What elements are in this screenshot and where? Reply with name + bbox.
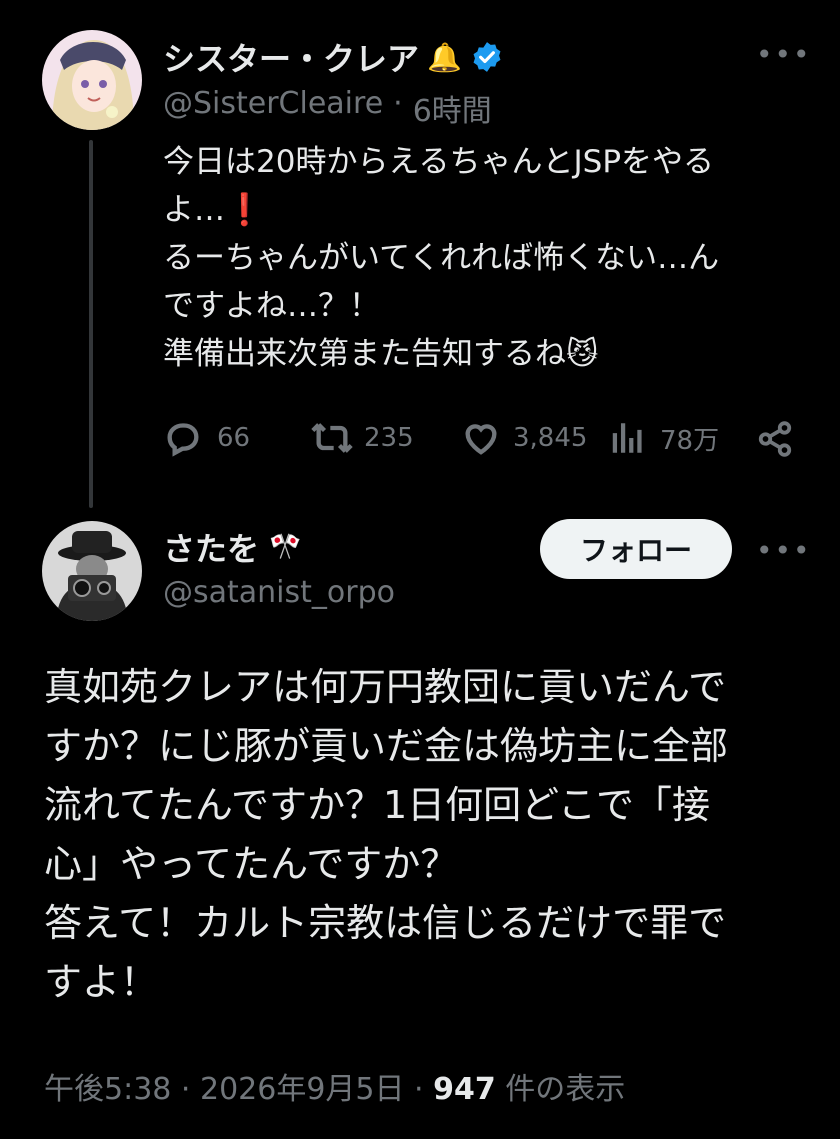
like-button[interactable]: 3,845 bbox=[461, 418, 587, 458]
tweet1-handle-row: @SisterCleaire · 6時間 bbox=[163, 86, 492, 130]
like-count: 3,845 bbox=[513, 423, 588, 453]
verified-badge-icon[interactable] bbox=[470, 40, 504, 74]
tweet1-text-line: よ…❗ bbox=[163, 192, 264, 228]
tweet2-text: 真如苑クレアは何万円教団に貢いだんで すか？にじ豚が貢いだ金は偽坊主に全部 流れ… bbox=[44, 658, 804, 1012]
tweet2-more-options-icon[interactable]: ••• bbox=[756, 534, 812, 567]
separator-dot: · bbox=[393, 86, 403, 121]
tweet2-text-line: 答えて！カルト宗教は信じるだけで罪で bbox=[44, 901, 727, 945]
retweet-button[interactable]: 235 bbox=[310, 418, 414, 458]
follow-button[interactable]: フォロー bbox=[540, 519, 732, 579]
tweet1-text-line: ですよね…？！ bbox=[163, 288, 380, 324]
tweet2-view-count: 947 bbox=[433, 1072, 496, 1107]
tweet2-view-suffix: 件の表示 bbox=[505, 1072, 626, 1107]
bell-emoji: 🔔 bbox=[427, 40, 462, 74]
avatar-satanist[interactable] bbox=[42, 521, 142, 621]
tweet2-handle[interactable]: @satanist_orpo bbox=[163, 575, 395, 610]
tweet1-time[interactable]: 6時間 bbox=[413, 86, 492, 130]
tweet1-author-name[interactable]: シスター・クレア bbox=[163, 34, 419, 80]
heart-icon bbox=[465, 424, 497, 455]
tweet1-text: 今日は20時からえるちゃんとJSPをやる よ…❗ るーちゃんがいてくれれば怖くな… bbox=[163, 138, 803, 378]
tweet1-author-row: シスター・クレア 🔔 bbox=[163, 34, 504, 80]
tweet2-text-line: 心」やってたんですか？ bbox=[44, 842, 459, 886]
share-button[interactable] bbox=[756, 420, 794, 462]
tweet1-text-line: 今日は20時からえるちゃんとJSPをやる bbox=[163, 144, 715, 180]
reply-button[interactable]: 66 bbox=[163, 418, 250, 458]
avatar-sister-claire[interactable] bbox=[42, 30, 142, 130]
flags-emoji: 🎌 bbox=[269, 532, 302, 562]
tweet1-more-options-icon[interactable]: ••• bbox=[756, 38, 812, 71]
tweet1-text-line: 準備出来次第また告知するね😼 bbox=[163, 336, 599, 372]
tweet2-timestamp[interactable]: 午後5:38 · 2026年9月5日 · bbox=[44, 1072, 424, 1107]
tweet2-text-line: すよ！ bbox=[44, 960, 159, 1004]
reply-icon bbox=[167, 423, 199, 457]
reply-count: 66 bbox=[217, 423, 251, 453]
views-count: 78万 bbox=[660, 425, 720, 456]
views-button[interactable]: 78万 bbox=[610, 418, 719, 458]
tweet2-author-name[interactable]: さたを bbox=[163, 524, 259, 570]
tweet1-handle[interactable]: @SisterCleaire bbox=[163, 86, 383, 130]
tweet1-text-line: るーちゃんがいてくれれば怖くない…ん bbox=[163, 240, 720, 276]
tweet2-text-line: 流れてたんですか？1日何回どこで「接 bbox=[44, 783, 710, 827]
thread-connector-line bbox=[89, 140, 93, 508]
tweet2-meta: 午後5:38 · 2026年9月5日 · 947 件の表示 bbox=[44, 1064, 625, 1108]
retweet-count: 235 bbox=[364, 423, 414, 453]
retweet-icon bbox=[311, 423, 353, 453]
analytics-bars-icon bbox=[612, 423, 642, 453]
tweet2-author-row: さたを 🎌 bbox=[163, 524, 301, 570]
tweet2-text-line: 真如苑クレアは何万円教団に貢いだんで bbox=[44, 665, 727, 709]
avatar-photo bbox=[42, 521, 142, 621]
share-icon bbox=[758, 421, 792, 457]
tweet2-text-line: すか？にじ豚が貢いだ金は偽坊主に全部 bbox=[44, 724, 729, 768]
avatar-illustration bbox=[42, 30, 142, 130]
